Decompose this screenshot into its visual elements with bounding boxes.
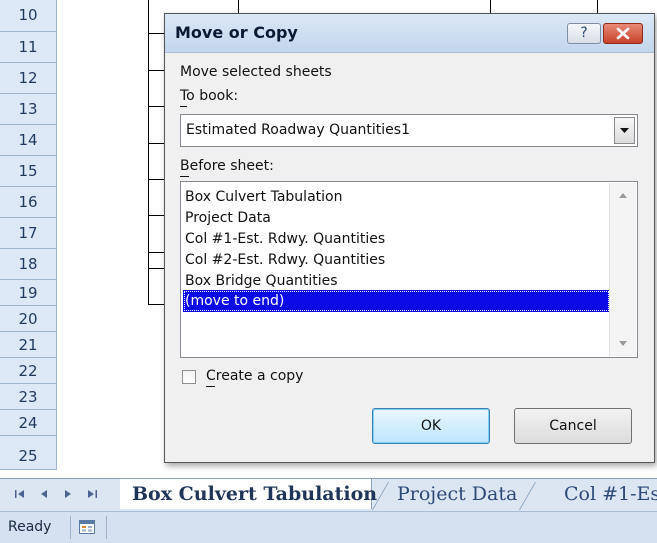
macro-record-icon[interactable] [79,520,95,534]
list-item-box-culvert-tabulation[interactable]: Box Culvert Tabulation [183,186,610,208]
close-button[interactable] [603,23,643,44]
last-sheet-icon[interactable] [84,485,100,503]
row-number[interactable]: 14 [0,125,56,156]
row-number[interactable]: 19 [0,280,56,306]
before-sheet-accelerator-underline [180,176,189,177]
row-number[interactable]: 11 [0,32,56,63]
close-icon [616,27,630,40]
row-number[interactable]: 18 [0,249,56,280]
create-copy-label[interactable]: Create a copy [206,368,303,384]
list-scrollbar[interactable] [609,183,636,356]
row-number[interactable]: 23 [0,384,56,410]
row-number[interactable]: 25 [0,436,56,470]
move-or-copy-dialog: Move or Copy ? Move selected sheets To b… [164,13,655,463]
chevron-down-icon [620,128,629,133]
sheet-tab-project-data[interactable]: Project Data [397,479,517,509]
table-border [597,0,598,14]
to-book-select[interactable]: Estimated Roadway Quantities1 [180,114,638,147]
list-item-project-data[interactable]: Project Data [183,207,610,229]
list-item-move-to-end[interactable]: (move to end) [183,290,610,312]
table-border [148,0,149,305]
before-sheet-list[interactable]: Box Culvert Tabulation Project Data Col … [180,181,638,358]
status-divider [106,516,107,539]
tab-separator [518,482,537,510]
dialog-title-bar[interactable]: Move or Copy ? [165,14,654,53]
dialog-title: Move or Copy [175,23,298,42]
list-item-col-1-est-rdwy-quantities[interactable]: Col #1-Est. Rdwy. Quantities [183,228,610,250]
status-ready: Ready [8,519,52,535]
dialog-heading: Move selected sheets [180,64,332,80]
previous-sheet-icon[interactable] [36,485,52,503]
status-bar: Ready [0,511,657,543]
row-number[interactable]: 13 [0,94,56,125]
status-divider [70,516,71,539]
to-book-dropdown-button[interactable] [614,117,635,144]
first-sheet-icon[interactable] [12,485,28,503]
row-number[interactable]: 15 [0,156,56,187]
row-number[interactable]: 21 [0,332,56,358]
row-number[interactable]: 17 [0,218,56,249]
table-border [238,0,239,14]
next-sheet-icon[interactable] [60,485,76,503]
help-button[interactable]: ? [567,23,601,44]
row-number[interactable]: 16 [0,187,56,218]
row-number[interactable]: 22 [0,358,56,384]
scroll-down-icon[interactable] [610,330,636,356]
sheet-tab-bar: Box Culvert Tabulation Project Data Col … [0,478,657,511]
cancel-button[interactable]: Cancel [514,408,632,444]
to-book-accelerator-underline [180,106,187,107]
create-copy-checkbox[interactable] [182,370,196,384]
row-number[interactable]: 10 [0,0,56,32]
help-icon: ? [580,25,588,41]
list-item-col-2-est-rdwy-quantities[interactable]: Col #2-Est. Rdwy. Quantities [183,249,610,271]
table-border [490,0,491,14]
to-book-label: To book: [180,88,239,104]
list-item-box-bridge-quantities[interactable]: Box Bridge Quantities [183,270,610,292]
to-book-value: Estimated Roadway Quantities1 [186,122,410,138]
row-number[interactable]: 12 [0,63,56,94]
create-copy-accelerator-underline [206,386,215,387]
ok-button[interactable]: OK [372,408,490,444]
row-number[interactable]: 20 [0,306,56,332]
row-number[interactable]: 24 [0,410,56,436]
sheet-tab-box-culvert-tabulation[interactable]: Box Culvert Tabulation [120,479,377,509]
sheet-tab-col-1-est[interactable]: Col #1-Est [564,479,657,509]
row-header-column: 10 11 12 13 14 15 16 17 18 19 20 21 22 2… [0,0,57,470]
before-sheet-label: Before sheet: [180,158,274,174]
scroll-up-icon[interactable] [610,183,636,209]
